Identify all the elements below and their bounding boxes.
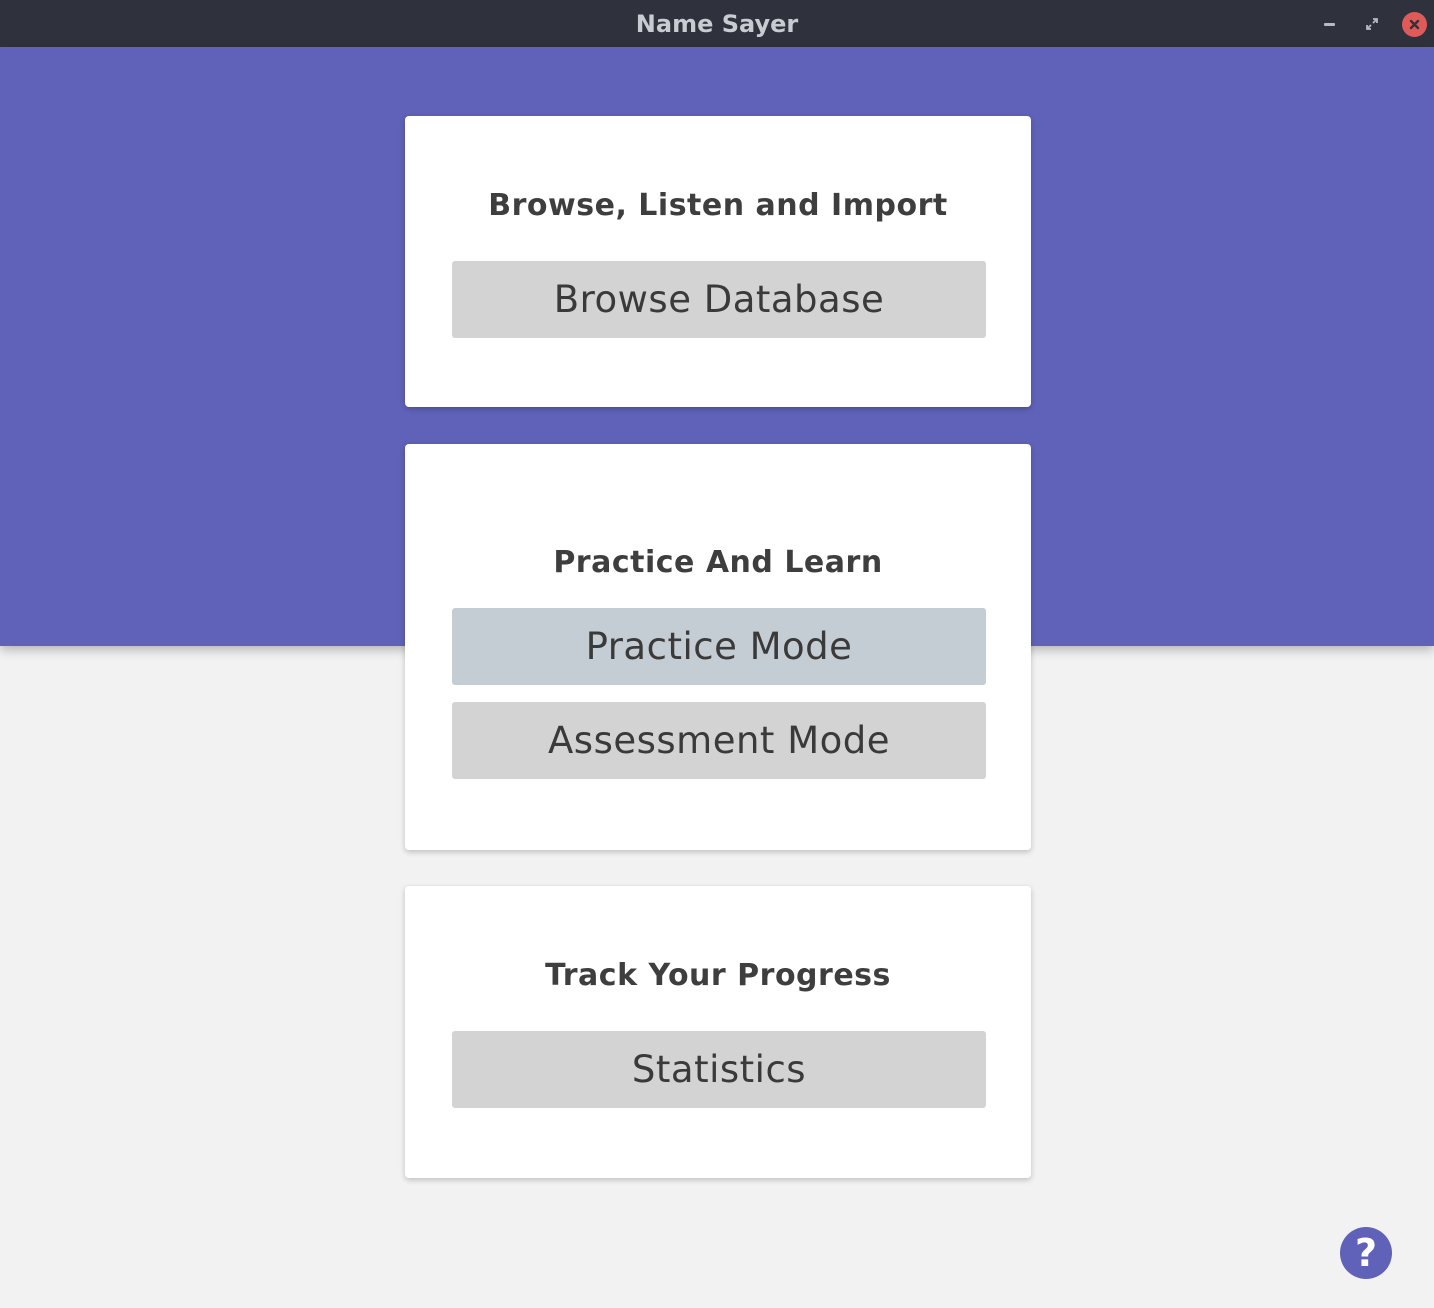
progress-heading: Track Your Progress [545,958,891,993]
assessment-mode-button[interactable]: Assessment Mode [452,702,986,779]
browse-card: Browse, Listen and Import Browse Databas… [405,116,1031,407]
help-icon[interactable]: ? [1340,1227,1392,1279]
browse-heading: Browse, Listen and Import [488,188,948,223]
practice-card: Practice And Learn Practice Mode Assessm… [405,444,1031,850]
practice-heading: Practice And Learn [553,545,883,580]
minimize-icon[interactable] [1317,12,1341,36]
statistics-button[interactable]: Statistics [452,1031,986,1108]
browse-database-button[interactable]: Browse Database [452,261,986,338]
window-title: Name Sayer [635,9,799,38]
progress-card: Track Your Progress Statistics [405,886,1031,1178]
close-icon[interactable] [1402,12,1427,37]
window-titlebar: Name Sayer [0,0,1434,47]
practice-mode-button[interactable]: Practice Mode [452,608,986,685]
maximize-icon[interactable] [1360,12,1384,36]
